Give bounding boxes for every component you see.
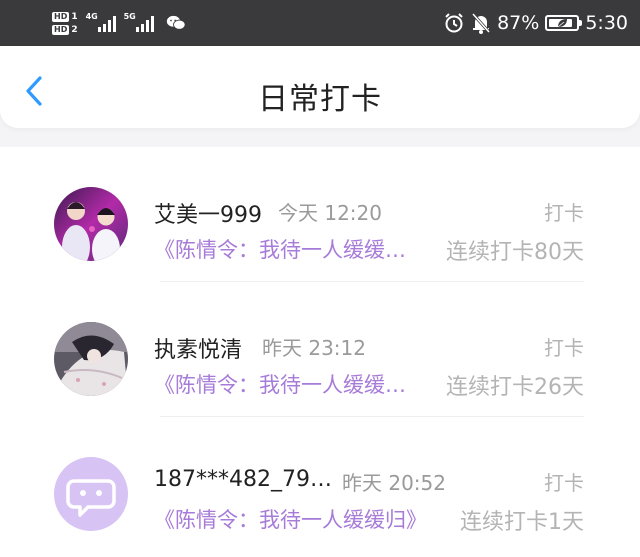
user-name: 187***482_79…	[154, 467, 332, 492]
checkin-time: 今天 12:20	[278, 201, 382, 225]
avatar[interactable]	[54, 187, 128, 261]
clock: 5:30	[585, 12, 628, 34]
book-title-link[interactable]: 《陈情令：我待一人缓缓…	[154, 369, 406, 399]
mute-bell-icon	[471, 13, 491, 34]
photo-avatar-image	[54, 187, 128, 261]
leaf-icon	[558, 19, 568, 28]
page-title: 日常打卡	[258, 82, 382, 117]
book-title-link[interactable]: 《陈情令：我待一人缓缓归》	[154, 504, 427, 534]
hd-indicator-1: HD 1	[52, 11, 78, 22]
hd-indicator-2: HD 2	[52, 24, 78, 35]
status-right: 87% 5:30	[443, 8, 628, 38]
book-title-link[interactable]: 《陈情令：我待一人缓缓…	[154, 234, 406, 264]
checkin-action[interactable]: 打卡	[544, 332, 584, 361]
status-left: HD 1 HD 2 4G 5G	[52, 6, 186, 40]
nav-bar: 日常打卡	[0, 46, 640, 128]
battery-icon	[545, 15, 583, 31]
checkin-list: 艾美一999 今天 12:20 打卡 《陈情令：我待一人缓缓… 连续打卡80天 …	[0, 147, 640, 557]
status-bar: HD 1 HD 2 4G 5G 87% 5:30	[0, 0, 640, 46]
list-item[interactable]: 187***482_79… 昨天 20:52 打卡 《陈情令：我待一人缓缓归》 …	[0, 417, 640, 551]
avatar[interactable]	[54, 457, 128, 531]
battery-percent: 87%	[497, 12, 540, 34]
hd-indicators: HD 1 HD 2	[52, 11, 78, 35]
default-chat-avatar-icon	[54, 457, 128, 531]
illustration-avatar-image	[54, 322, 128, 396]
streak-text: 连续打卡1天	[460, 510, 584, 535]
avatar[interactable]	[54, 322, 128, 396]
user-name: 执素悦清	[154, 338, 243, 363]
list-item[interactable]: 艾美一999 今天 12:20 打卡 《陈情令：我待一人缓缓… 连续打卡80天	[0, 147, 640, 281]
checkin-time: 昨天 20:52	[342, 471, 446, 495]
streak-text: 连续打卡80天	[446, 240, 584, 265]
signal-4g-icon: 4G	[86, 12, 116, 32]
list-item[interactable]: 执素悦清 昨天 23:12 打卡 《陈情令：我待一人缓缓… 连续打卡26天	[0, 282, 640, 416]
wechat-icon	[166, 15, 186, 30]
checkin-time: 昨天 23:12	[262, 336, 366, 360]
signal-5g-icon: 5G	[124, 12, 154, 32]
checkin-action[interactable]: 打卡	[544, 197, 584, 226]
alarm-icon	[445, 13, 463, 33]
user-name: 艾美一999	[154, 203, 262, 228]
checkin-action[interactable]: 打卡	[544, 467, 584, 496]
streak-text: 连续打卡26天	[446, 375, 584, 400]
